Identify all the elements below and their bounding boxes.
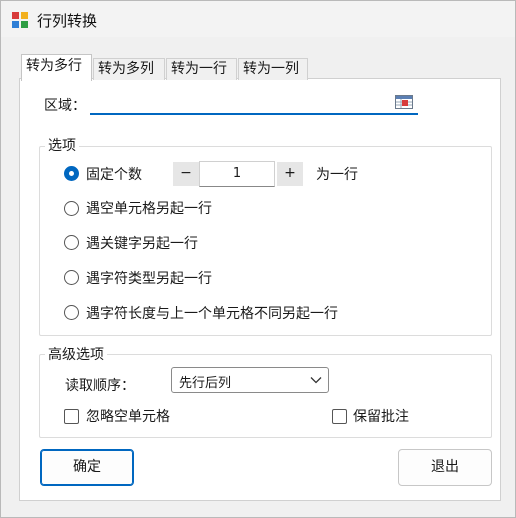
range-label: 区域： <box>44 98 86 114</box>
range-picker-button[interactable] <box>389 91 418 115</box>
tab-to-one-row[interactable]: 转为一行 <box>166 58 237 80</box>
option-label: 遇字符类型另起一行 <box>86 271 212 287</box>
exit-button[interactable]: 退出 <box>398 449 492 486</box>
option-label: 遇空单元格另起一行 <box>86 201 212 217</box>
read-order-label: 读取顺序： <box>65 378 135 394</box>
increment-button[interactable]: + <box>277 162 303 186</box>
per-row-label: 为一行 <box>316 167 358 183</box>
keep-comments-checkbox[interactable] <box>332 409 347 424</box>
chevron-down-icon <box>310 377 322 384</box>
read-order-value: 先行后列 <box>179 376 232 391</box>
tab-to-multiple-columns[interactable]: 转为多列 <box>93 58 165 80</box>
option-label: 遇关键字另起一行 <box>86 236 198 252</box>
ignore-empty-label: 忽略空单元格 <box>86 409 170 425</box>
title-bar: 行列转换 <box>1 1 515 37</box>
ignore-empty-checkbox[interactable] <box>64 409 79 424</box>
tab-to-multiple-rows[interactable]: 转为多行 <box>21 54 92 81</box>
fixed-count-label: 固定个数 <box>86 167 142 183</box>
window-title: 行列转换 <box>37 12 98 30</box>
count-stepper-value[interactable]: 1 <box>199 161 275 187</box>
keep-comments-label: 保留批注 <box>353 409 409 425</box>
radio-char-type[interactable] <box>64 270 79 285</box>
radio-char-length[interactable] <box>64 305 79 320</box>
decrement-button[interactable]: − <box>173 162 199 186</box>
option-label: 遇字符长度与上一个单元格不同另起一行 <box>86 306 338 322</box>
app-grid-icon <box>12 12 28 28</box>
dialog-window: 行列转换 转为多行 转为多列 转为一行 转为一列 区域： 选项 固定个数 − 1… <box>0 0 516 518</box>
range-input[interactable] <box>90 91 389 115</box>
radio-keyword[interactable] <box>64 235 79 250</box>
tab-to-one-column[interactable]: 转为一列 <box>238 58 308 80</box>
ok-button[interactable]: 确定 <box>40 449 134 486</box>
radio-fixed-count[interactable] <box>64 166 79 181</box>
advanced-group-title: 高级选项 <box>45 344 107 364</box>
read-order-select[interactable]: 先行后列 <box>171 367 329 393</box>
range-select-icon <box>395 95 413 109</box>
options-group-title: 选项 <box>45 135 79 155</box>
radio-empty-cell[interactable] <box>64 201 79 216</box>
